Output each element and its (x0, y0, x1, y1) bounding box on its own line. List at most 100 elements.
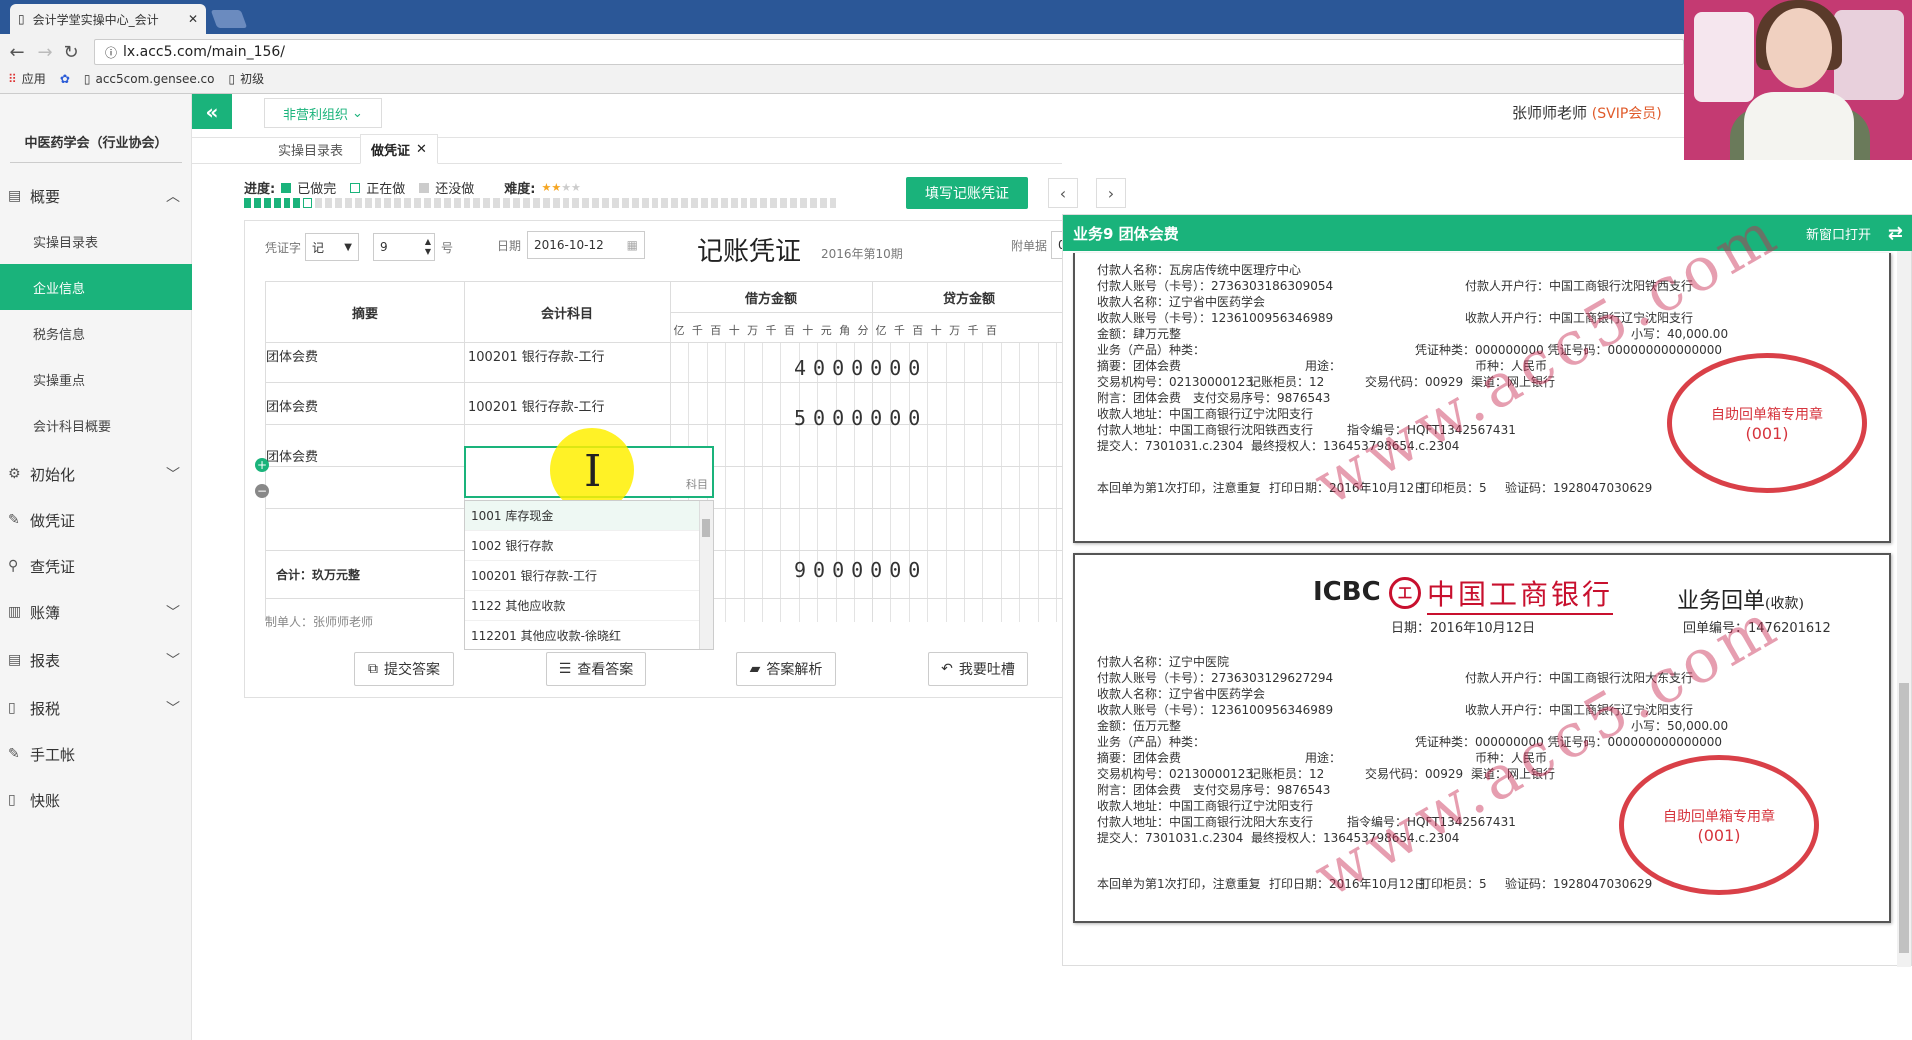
bank-slip-1: 付款人名称：瓦房店传统中医理疗中心 付款人账号（卡号）：273630318630… (1073, 196, 1891, 543)
row-summary[interactable]: 团体会费 (266, 396, 318, 415)
bookmark-paw[interactable]: ✿ (60, 72, 70, 86)
debit-digit-header: 万 (747, 324, 759, 337)
slip-field: 收款人地址：中国工商银行辽宁沈阳支行 (1097, 799, 1314, 813)
org-type-select[interactable]: 非营利组织 ⌄ (264, 98, 382, 128)
chevron-right-icon: › (1107, 183, 1115, 203)
reply-icon: ↶ (941, 661, 953, 677)
sidebar-item-label: 查凭证 (30, 557, 76, 576)
feedback-button[interactable]: ↶ 我要吐槽 (928, 652, 1028, 686)
row-debit-amount[interactable]: 4000000 (794, 356, 927, 380)
sidebar-item-quick-books[interactable]: ▯ 快账 (0, 778, 192, 822)
col-credit-header: 贷方金额 (942, 291, 995, 307)
sidebar-item-reports[interactable]: ▤ 报表 ﹀ (0, 638, 192, 682)
answer-analysis-button[interactable]: ▰ 答案解析 (736, 652, 836, 686)
progress-block (453, 198, 461, 208)
remove-row-icon[interactable]: − (255, 484, 269, 498)
submit-answer-button[interactable]: ⧉ 提交答案 (354, 652, 454, 686)
row-account[interactable]: 100201 银行存款-工行 (468, 346, 604, 365)
slip-field: 打印柜员：5 (1419, 481, 1487, 495)
tab-title: 会计学堂实操中心_会计 (32, 12, 159, 27)
sidebar-item-manual-books[interactable]: ✎ 手工帐 (0, 732, 192, 776)
slip-field: 收款人名称：辽宁省中医药学会 (1097, 295, 1266, 309)
progress-block (532, 198, 540, 208)
chevron-down-icon: ﹀ (166, 467, 180, 483)
grid-line (1019, 342, 1021, 622)
slip-field: 收款人地址：中国工商银行辽宁沈阳支行 (1097, 407, 1314, 421)
user-label[interactable]: 张师师老师 (SVIP会员) (1512, 102, 1662, 123)
dropdown-option[interactable]: 1122 其他应收款 (465, 591, 713, 621)
sidebar-item-overview[interactable]: ▤ 概要 ︿ (0, 174, 192, 218)
next-button[interactable]: › (1096, 178, 1126, 208)
new-tab-button[interactable] (210, 10, 248, 28)
grid-line (743, 342, 745, 622)
dropdown-option[interactable]: 1001 库存现金 (465, 501, 713, 531)
sidebar-item-make-voucher[interactable]: ✎ 做凭证 (0, 498, 192, 542)
sidebar-item-key-points[interactable]: 实操重点 (0, 356, 192, 402)
bookmark-gensee[interactable]: ▯ acc5com.gensee.co (84, 72, 215, 86)
dropdown-option[interactable]: 100201 银行存款-工行 (465, 561, 713, 591)
tab-practice-list[interactable]: 实操目录表 (268, 134, 353, 164)
progress-block (473, 198, 481, 208)
view-answer-button[interactable]: ☰ 查看答案 (546, 652, 646, 686)
dropdown-option[interactable]: 112201 其他应收款-徐晓红 (465, 621, 713, 649)
progress-block (344, 198, 352, 208)
external-link-icon: ⧉ (368, 661, 378, 677)
url-input[interactable]: ⓘ lx.acc5.com/main_156/ (94, 39, 1684, 65)
collapse-sidebar-button[interactable]: « (192, 94, 232, 129)
slip-field: 提交人：7301031.c.2304 (1097, 831, 1244, 845)
stepper-icon[interactable]: ▲ ▼ (425, 237, 431, 257)
progress-block (730, 198, 738, 208)
scroll-thumb[interactable] (1899, 683, 1909, 953)
credit-digit-header: 千 (893, 324, 905, 337)
progress-block (552, 198, 560, 208)
reload-icon[interactable]: ↻ (60, 42, 82, 63)
open-new-window-link[interactable]: 新窗口打开 (1806, 224, 1871, 243)
voucher-word-select[interactable]: 记 ▼ (305, 233, 359, 261)
row-debit-amount[interactable]: 5000000 (794, 406, 927, 430)
voucher-number-input[interactable]: 9 ▲ ▼ (373, 233, 435, 261)
input-hint: 科目 (686, 478, 708, 491)
slip-field: 记账柜员：12 (1249, 375, 1325, 389)
dropdown-scrollbar[interactable] (699, 501, 713, 649)
account-dropdown[interactable]: 1001 库存现金 1002 银行存款 100201 银行存款-工行 1122 … (464, 500, 714, 650)
sidebar-item-company-info[interactable]: 企业信息 (0, 264, 192, 310)
prev-button[interactable]: ‹ (1048, 178, 1078, 208)
sidebar-item-tax-filing[interactable]: ▯ 报税 ﹀ (0, 686, 192, 730)
slip-field: 附言：团体会费 (1097, 783, 1182, 797)
slip-field: 支付交易序号：9876543 (1193, 783, 1331, 797)
row-summary[interactable]: 团体会费 (266, 446, 318, 465)
close-icon[interactable]: ✕ (416, 142, 427, 157)
swap-icon[interactable]: ⇄ (1888, 223, 1903, 244)
sidebar-item-label: 快账 (30, 791, 61, 810)
add-row-icon[interactable]: + (255, 458, 269, 472)
debit-digit-header: 分 (857, 324, 869, 337)
sidebar-item-ledger[interactable]: ▥ 账簿 ﹀ (0, 590, 192, 634)
debit-digit-header: 元 (820, 324, 832, 337)
sidebar-item-init[interactable]: ⚙ 初始化 ﹀ (0, 452, 192, 496)
progress-legend: 进度: 已做完 正在做 还没做 难度: ★★★★ (244, 178, 581, 197)
sidebar-item-tax-info[interactable]: 税务信息 (0, 310, 192, 356)
dropdown-option[interactable]: 1002 银行存款 (465, 531, 713, 561)
fill-voucher-button[interactable]: 填写记账凭证 (906, 177, 1028, 209)
date-input[interactable]: 2016-10-12 ▦ (527, 231, 645, 259)
row-account[interactable]: 100201 银行存款-工行 (468, 396, 604, 415)
progress-block (513, 198, 520, 208)
voucher-period: 2016年第10期 (821, 247, 903, 261)
progress-block (443, 198, 451, 208)
database-icon: ☰ (558, 661, 572, 677)
close-tab-icon[interactable]: ✕ (188, 12, 198, 26)
tab-make-voucher[interactable]: 做凭证 ✕ (360, 134, 438, 164)
bookmark-beginner[interactable]: ▯ 初级 (229, 70, 265, 87)
bookmark-apps[interactable]: ⠿ 应用 (8, 70, 46, 87)
back-icon[interactable]: ← (6, 42, 28, 63)
sidebar-item-search-voucher[interactable]: ⚲ 查凭证 (0, 544, 192, 588)
calendar-icon[interactable]: ▦ (627, 238, 638, 252)
sidebar-item-accounts-overview[interactable]: 会计科目概要 (0, 402, 192, 448)
panel-scrollbar[interactable] (1897, 251, 1911, 967)
scroll-thumb[interactable] (702, 519, 710, 537)
browser-tab[interactable]: ▯ 会计学堂实操中心_会计 ✕ (10, 4, 206, 34)
row-summary[interactable]: 团体会费 (266, 346, 318, 365)
progress-block (710, 198, 718, 208)
forward-icon[interactable]: → (34, 42, 56, 63)
sidebar-item-practice-list[interactable]: 实操目录表 (0, 218, 192, 264)
